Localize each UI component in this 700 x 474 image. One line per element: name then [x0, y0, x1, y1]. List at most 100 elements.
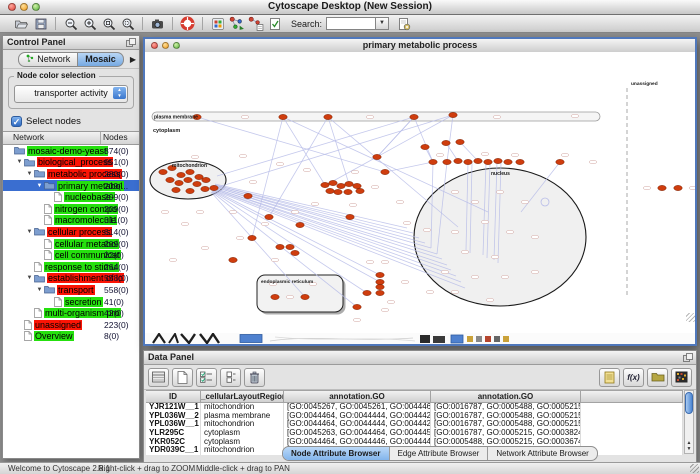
filter-doc-button[interactable]	[265, 16, 284, 32]
search-input[interactable]	[326, 17, 376, 30]
tree-row[interactable]: nucleobase-209(0)	[3, 191, 139, 203]
network-graph[interactable]: plasma membranecytoplasmmitochondrionnuc…	[145, 52, 695, 333]
graph-edge	[385, 162, 433, 172]
tree-row[interactable]: Overview8(0)	[3, 331, 139, 343]
minimize-button[interactable]	[20, 3, 28, 11]
app-resize-grip[interactable]	[690, 464, 699, 473]
close-button[interactable]	[8, 3, 16, 11]
select-nodes-checkbox[interactable]: ✓	[11, 116, 22, 127]
graph-node	[337, 183, 345, 188]
region-label: endoplasmic reticulum	[261, 279, 313, 285]
inner-minimize-button[interactable]	[162, 42, 169, 49]
tab-mosaic[interactable]: Mosaic	[78, 52, 124, 67]
table-row[interactable]: YJR121W__1mitochondrion[GO:0045267, GO:0…	[146, 403, 683, 412]
column-header[interactable]: ID	[146, 391, 201, 402]
zoom-out-button[interactable]	[61, 16, 80, 32]
tree-row[interactable]: secretion41(0)	[3, 296, 139, 308]
table-row[interactable]: YLR295Ccytoplasm[GO:0045263, GO:0044464,…	[146, 429, 683, 438]
node-label-chip	[239, 154, 247, 157]
vizmapper-button[interactable]	[208, 16, 227, 32]
unselect-attributes-icon[interactable]	[220, 368, 241, 387]
tree-row[interactable]: mosaic-demo-yeast874(0)	[3, 145, 139, 157]
expand-arrow-icon[interactable]: ▼	[25, 229, 34, 235]
tab-network-attribute-browser[interactable]: Network Attribute Browser	[487, 447, 596, 460]
table-cell: YPL036W__1	[146, 420, 201, 429]
window-resize-grip[interactable]	[686, 313, 695, 322]
import-attributes-button[interactable]	[246, 16, 265, 32]
graph-node	[276, 244, 284, 249]
tree-row[interactable]: nitrogen compo209(0)	[3, 203, 139, 215]
expand-arrow-icon[interactable]: ▼	[35, 287, 44, 293]
table-row[interactable]: YPL036W__1mitochondrion[GO:0044464, GO:0…	[146, 420, 683, 429]
network-canvas[interactable]: plasma membranecytoplasmmitochondrionnuc…	[145, 52, 695, 333]
network-view-window[interactable]: primary metabolic process plasma membran…	[143, 37, 697, 346]
node-label-chip	[471, 200, 479, 203]
node-label-chip	[191, 155, 199, 158]
tree-row[interactable]: ▼metabolic process280(0)	[3, 168, 139, 180]
control-panel-tabs: NetworkMosaic ▶	[3, 50, 139, 69]
attribute-table-icon[interactable]	[148, 368, 169, 387]
save-session-button[interactable]	[31, 16, 50, 32]
delete-attribute-icon[interactable]	[244, 368, 265, 387]
function-builder-icon[interactable]: f(x)	[623, 368, 644, 387]
graph-edge	[460, 142, 478, 161]
snapshot-camera-button[interactable]	[148, 16, 167, 32]
control-panel-header: Control Panel	[3, 36, 139, 50]
expand-arrow-icon[interactable]: ▼	[15, 159, 24, 165]
column-header[interactable]: annotation.GO CELLULAR_COMPONENT	[284, 391, 431, 402]
tree-row[interactable]: multi-organism pro42(0)	[3, 307, 139, 319]
help-ring-button[interactable]	[178, 16, 197, 32]
tree-row[interactable]: response to stimul264(0)	[3, 261, 139, 273]
network-window-titlebar[interactable]: primary metabolic process	[145, 39, 695, 53]
zoom-fit-button[interactable]	[118, 16, 137, 32]
folder-icon	[14, 146, 25, 155]
zoom-selected-button[interactable]	[99, 16, 118, 32]
tab-edge-attribute-browser[interactable]: Edge Attribute Browser	[389, 447, 488, 460]
tree-row[interactable]: cellular metabol209(0)	[3, 238, 139, 250]
attribute-matrix-icon[interactable]	[671, 368, 692, 387]
inner-close-button[interactable]	[151, 42, 158, 49]
import-attribute-file-icon[interactable]	[647, 368, 668, 387]
tree-row[interactable]: ▼establishment of lo558(0)	[3, 273, 139, 285]
tree-row[interactable]: ▼cellular process614(0)	[3, 226, 139, 238]
file-icon	[54, 297, 62, 307]
table-vertical-scrollbar[interactable]: ▲ ▼	[684, 390, 694, 454]
tab-node-attribute-browser[interactable]: Node Attribute Browser	[283, 447, 389, 460]
nodes-column-header[interactable]: Nodes	[100, 132, 139, 144]
new-attribute-icon[interactable]	[172, 368, 193, 387]
tree-row[interactable]: unassigned223(0)	[3, 319, 139, 331]
network-column-header[interactable]: Network	[3, 132, 100, 144]
scrollbar-thumb[interactable]	[685, 392, 693, 414]
file-icon	[44, 250, 52, 260]
tab-network[interactable]: Network	[18, 52, 78, 67]
graph-node	[296, 222, 304, 227]
node-color-dropdown[interactable]: transporter activity ▲▼	[14, 85, 128, 103]
open-session-button[interactable]	[12, 16, 31, 32]
scroll-down-arrow-icon[interactable]: ▼	[685, 446, 693, 452]
expand-arrow-icon[interactable]: ▼	[25, 171, 34, 177]
zoom-in-button[interactable]	[80, 16, 99, 32]
float-panel-icon[interactable]	[683, 353, 693, 366]
window-titlebar[interactable]: Cytoscape Desktop (New Session)	[0, 0, 700, 15]
table-row[interactable]: YPL036W__2plasma membrane[GO:0044464, GO…	[146, 412, 683, 421]
search-config-button[interactable]	[394, 16, 413, 32]
notepad-icon[interactable]	[599, 368, 620, 387]
tree-row[interactable]: ▼biological_process651(0)	[3, 157, 139, 169]
tree-row[interactable]: macromolecule311(0)	[3, 215, 139, 227]
maximize-button[interactable]	[32, 3, 40, 11]
expand-arrow-icon[interactable]: ▼	[35, 183, 44, 189]
graph-node	[442, 140, 450, 145]
inner-maximize-button[interactable]	[173, 42, 180, 49]
expand-arrow-icon[interactable]: ▼	[25, 275, 34, 281]
tree-row[interactable]: ▼primary metabol209(...	[3, 180, 139, 192]
tree-row[interactable]: ▼transport558(0)	[3, 284, 139, 296]
search-dropdown-arrow-icon[interactable]: ▼	[376, 17, 389, 30]
tree-row[interactable]: cell communicat22(0)	[3, 249, 139, 261]
column-header[interactable]	[581, 391, 683, 402]
column-header[interactable]: _cellularLayoutRegion	[201, 391, 284, 402]
column-header[interactable]: annotation.GO MOLECULAR_FUNCTION	[431, 391, 581, 402]
tab-overflow-arrow-icon[interactable]: ▶	[130, 55, 136, 64]
table-cell: [GO:0044464, GO:0044444, GO:0044425, G..…	[284, 420, 431, 429]
select-attributes-icon[interactable]	[196, 368, 217, 387]
import-network-button[interactable]	[227, 16, 246, 32]
